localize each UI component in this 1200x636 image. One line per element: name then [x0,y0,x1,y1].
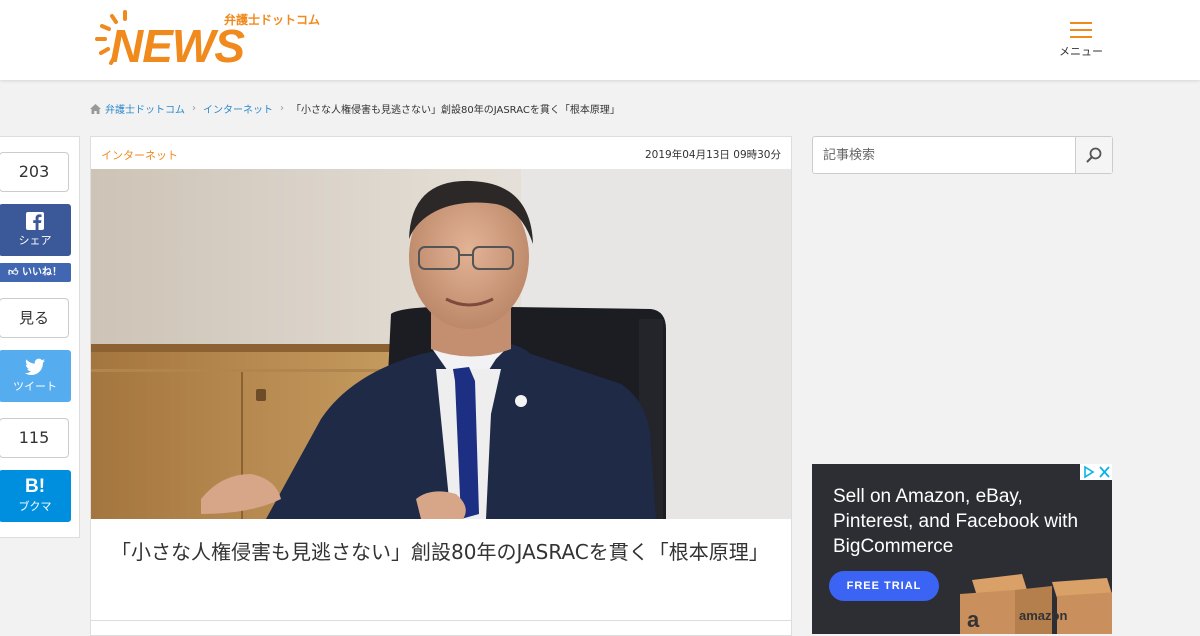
article-photo [91,169,791,519]
breadcrumb-separator: › [192,103,196,114]
amazon-box-label: amazon [1019,608,1067,623]
facebook-share-button[interactable]: シェア [0,204,71,256]
ad-cta-button[interactable]: FREE TRIAL [829,571,939,601]
article-date: 2019年04月13日 09時30分 [644,149,781,161]
facebook-icon [26,212,44,230]
article-headline: 「小さな人権侵害も見逃さない」創設80年のJASRACを貫く「根本原理」 [111,540,769,564]
hatena-bookmark-button[interactable]: B! ブクマ [0,470,71,522]
search-button[interactable] [1075,137,1112,173]
breadcrumb-current: 「小さな人権侵害も見逃さない」創設80年のJASRACを貫く「根本原理」 [291,105,620,116]
sidebar-ad[interactable]: Sell on Amazon, eBay, Pinterest, and Fac… [812,464,1112,634]
facebook-like-button[interactable]: 👍︎ いいね！ [0,263,71,282]
article-divider [91,620,791,621]
view-label[interactable]: 見る [0,298,69,338]
breadcrumb: 弁護士ドットコム › インターネット › 「小さな人権侵害も見逃さない」創設80… [90,101,620,116]
breadcrumb-separator: › [280,103,284,114]
ad-choices[interactable] [1080,464,1112,480]
shipping-boxes-image: a amazon [960,574,1112,634]
thumbs-up-icon: 👍︎ [8,267,19,278]
hatena-bookmark-icon: B! [24,476,46,497]
hatena-bookmark-label: ブクマ [18,500,52,513]
ad-headline: Sell on Amazon, eBay, Pinterest, and Fac… [833,486,1079,557]
facebook-like-label: いいね！ [21,267,62,278]
article-card: インターネット 2019年04月13日 09時30分 「小さな人権侵害も見逃さな… [90,136,792,636]
facebook-share-count: 203 [0,152,69,192]
twitter-share-label: ツイート [13,380,57,393]
menu-button[interactable]: メニュー [1050,20,1112,64]
breadcrumb-home-link[interactable]: 弁護士ドットコム [105,101,185,116]
facebook-share-label: シェア [18,234,52,247]
twitter-icon [25,358,45,375]
article-category[interactable]: インターネット [101,147,178,163]
breadcrumb-category-link[interactable]: インターネット [203,101,273,116]
svg-text:a: a [967,607,980,632]
share-sidebar: 203 シェア 👍︎ いいね！ 見る ツイート 115 B! ブクマ [0,136,80,538]
menu-label: メニュー [1059,45,1103,58]
twitter-share-button[interactable]: ツイート [0,350,71,402]
hamburger-icon [1070,22,1092,38]
logo-wordmark: NEWS [110,20,245,72]
hatena-bookmark-count: 115 [0,418,69,458]
site-logo[interactable]: 弁護士ドットコム NEWS [92,10,320,72]
ad-choices-icon [1084,465,1110,479]
home-icon [90,103,101,114]
search-input[interactable] [813,137,1075,173]
site-header: 弁護士ドットコム NEWS メニュー [0,0,1200,80]
search-icon [1086,147,1102,163]
article-search [812,136,1113,174]
